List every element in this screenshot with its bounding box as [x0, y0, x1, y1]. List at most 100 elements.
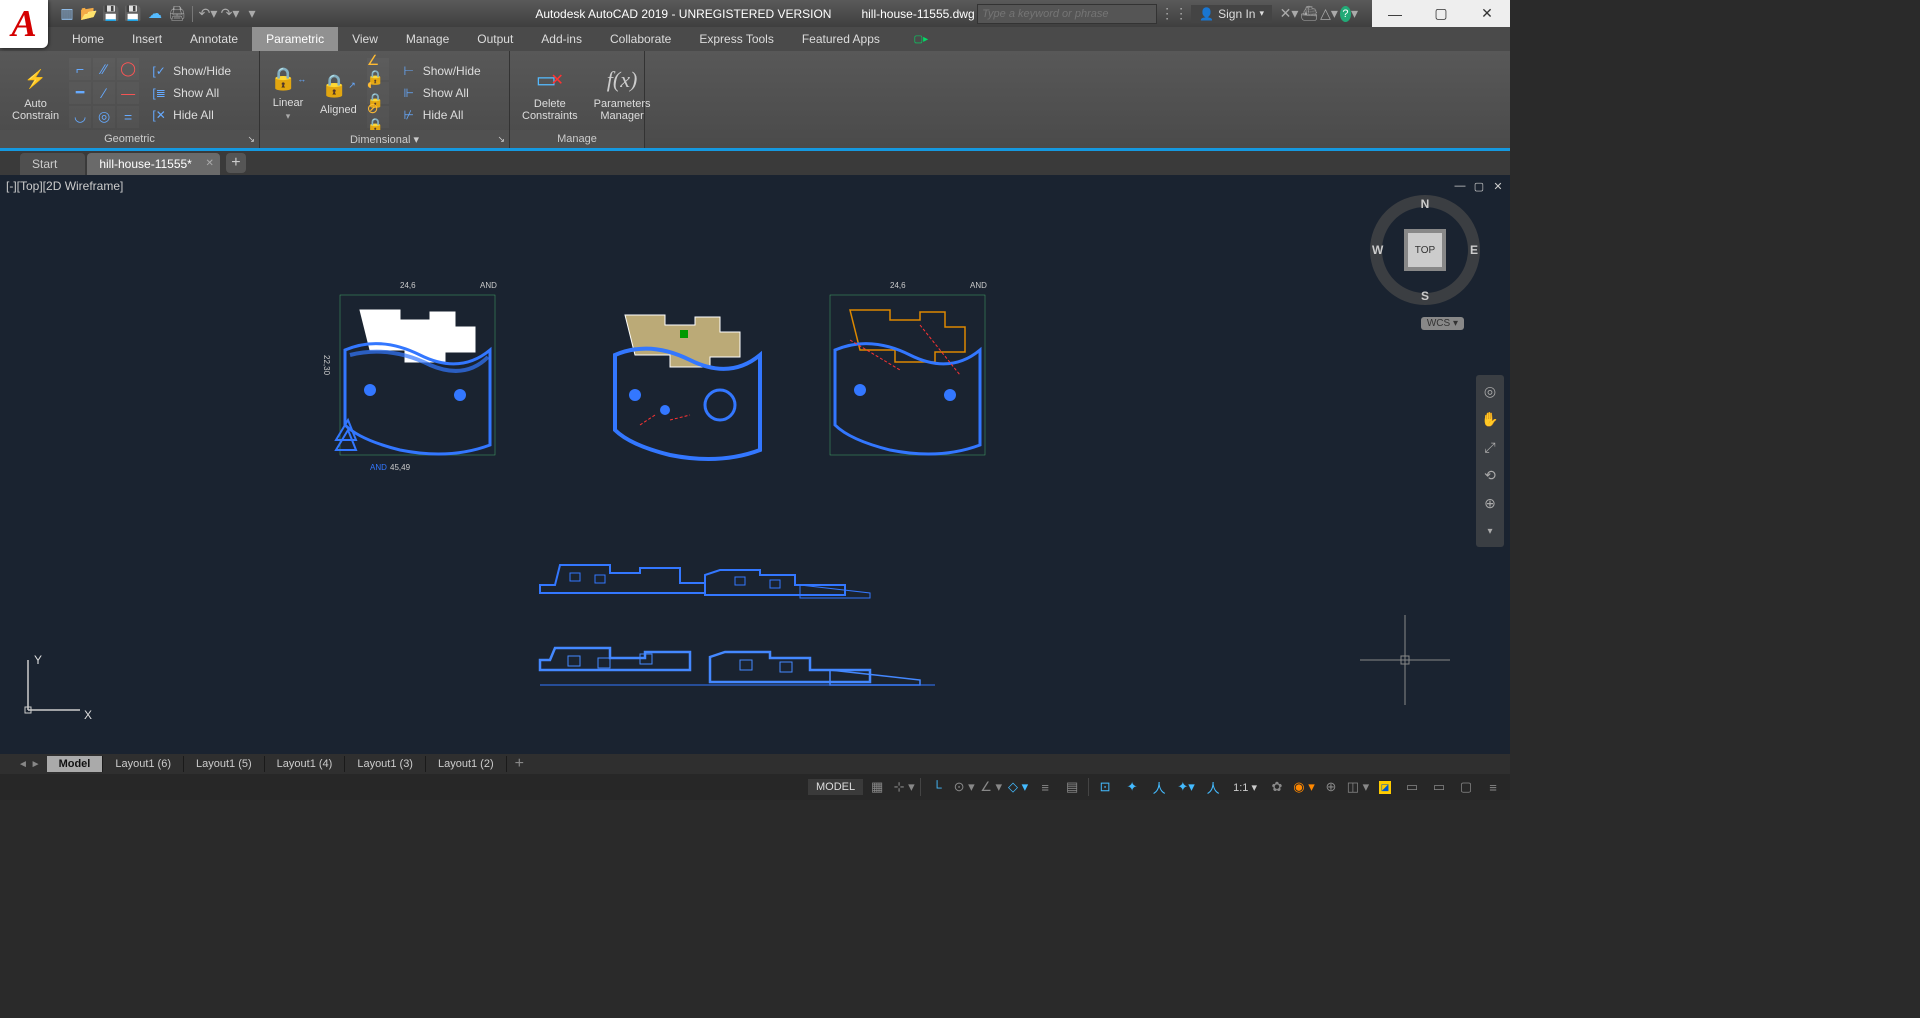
- layouttab-1[interactable]: Layout1 (6): [103, 756, 184, 772]
- quick-properties-icon[interactable]: ◪: [1372, 776, 1398, 798]
- autoconstrain-button[interactable]: ⚡ Auto Constrain: [6, 62, 65, 124]
- tab-expresstools[interactable]: Express Tools: [685, 27, 787, 51]
- selection-cycling-icon[interactable]: ⊡: [1092, 776, 1118, 798]
- qat-more-icon[interactable]: ▾: [243, 5, 261, 23]
- app-logo[interactable]: A: [0, 0, 48, 48]
- layout-scroll-icon[interactable]: ◄ ►: [18, 759, 41, 770]
- equal-icon[interactable]: =: [117, 106, 139, 128]
- annotation-scale-icon[interactable]: ✿: [1264, 776, 1290, 798]
- signin-button[interactable]: 👤 Sign In ▾: [1191, 5, 1272, 23]
- viewcube-s[interactable]: S: [1421, 289, 1429, 303]
- viewcube-e[interactable]: E: [1470, 243, 1478, 257]
- new-icon[interactable]: ▥: [58, 5, 76, 23]
- close-button[interactable]: ✕: [1464, 0, 1510, 27]
- layouttab-3[interactable]: Layout1 (4): [265, 756, 346, 772]
- filetab-current[interactable]: hill-house-11555* ✕: [87, 153, 220, 175]
- collinear-icon[interactable]: ◡: [69, 106, 91, 128]
- lineweight-icon[interactable]: ≡: [1032, 776, 1058, 798]
- tab-collaborate[interactable]: Collaborate: [596, 27, 685, 51]
- viewcube[interactable]: TOP N S E W: [1370, 195, 1480, 305]
- zoom-extents-icon[interactable]: ⤢: [1480, 437, 1500, 457]
- steering-wheel-icon[interactable]: ◎: [1480, 381, 1500, 401]
- undo-icon[interactable]: ↶▾: [199, 5, 217, 23]
- clean-screen-icon[interactable]: ≡: [1480, 776, 1506, 798]
- polar-icon[interactable]: ⊙ ▾: [951, 776, 977, 798]
- isodraft-icon[interactable]: ∠ ▾: [978, 776, 1004, 798]
- minimize-button[interactable]: —: [1372, 0, 1418, 27]
- search-input[interactable]: [977, 4, 1157, 24]
- redo-icon[interactable]: ↷▾: [221, 5, 239, 23]
- annotation-monitor-icon[interactable]: ⊕: [1318, 776, 1344, 798]
- osnap-icon[interactable]: ◇ ▾: [1005, 776, 1031, 798]
- panel-dimensional-label[interactable]: Dimensional ▾↘: [260, 130, 509, 148]
- connectivity-icon[interactable]: ⋮⋮: [1165, 5, 1183, 23]
- close-icon[interactable]: ✕: [205, 158, 213, 169]
- saveweb-icon[interactable]: ☁: [146, 5, 164, 23]
- perpendicular-icon[interactable]: ∕∕: [93, 58, 115, 80]
- dynamic-ucs-icon[interactable]: 人: [1146, 776, 1172, 798]
- panel-geometric-label[interactable]: Geometric↘: [0, 130, 259, 148]
- aligned-button[interactable]: 🔒↗ Aligned: [314, 68, 363, 118]
- diameter-icon[interactable]: ⊘🔒: [367, 106, 389, 128]
- nav-more-icon[interactable]: ▾: [1480, 521, 1500, 541]
- linear-button[interactable]: 🔒↔ Linear ▾: [266, 61, 310, 124]
- layouttab-2[interactable]: Layout1 (5): [184, 756, 265, 772]
- tab-parametric[interactable]: Parametric: [252, 27, 338, 51]
- app-badge-icon[interactable]: ▢▸: [906, 27, 936, 51]
- scale-display[interactable]: 1:1 ▾: [1227, 781, 1263, 794]
- tab-manage[interactable]: Manage: [392, 27, 463, 51]
- coincident-icon[interactable]: ⌐: [69, 58, 91, 80]
- hardware-accel-icon[interactable]: ▢: [1453, 776, 1479, 798]
- transparency-icon[interactable]: ▤: [1059, 776, 1085, 798]
- tab-home[interactable]: Home: [58, 27, 118, 51]
- geom-hideall-button[interactable]: [✕Hide All: [143, 104, 239, 126]
- tab-featuredapps[interactable]: Featured Apps: [788, 27, 894, 51]
- concentric-icon[interactable]: ◎: [93, 106, 115, 128]
- layouttab-model[interactable]: Model: [47, 756, 104, 772]
- cart-icon[interactable]: ⛴: [1300, 5, 1318, 23]
- dim-hideall-button[interactable]: ⊬Hide All: [393, 104, 489, 126]
- plot-icon[interactable]: 🖨: [168, 5, 186, 23]
- panel-manage-label[interactable]: Manage: [510, 130, 644, 148]
- orbit-icon[interactable]: ⟲: [1480, 465, 1500, 485]
- tab-addins[interactable]: Add-ins: [527, 27, 596, 51]
- dim-showhide-button[interactable]: ⊢Show/Hide: [393, 60, 489, 82]
- ortho-icon[interactable]: └: [924, 776, 950, 798]
- layouttab-5[interactable]: Layout1 (2): [426, 756, 507, 772]
- selection-filter-icon[interactable]: ✦▾: [1173, 776, 1199, 798]
- geom-showhide-button[interactable]: [✓Show/Hide: [143, 60, 239, 82]
- snap-icon[interactable]: ⊹ ▾: [891, 776, 917, 798]
- horizontal-icon[interactable]: ━: [69, 82, 91, 104]
- units-icon[interactable]: ◫ ▾: [1345, 776, 1371, 798]
- delete-constraints-button[interactable]: ▭✕ Delete Constraints: [516, 62, 584, 124]
- new-tab-button[interactable]: +: [226, 153, 246, 173]
- save-icon[interactable]: 💾: [102, 5, 120, 23]
- help-icon[interactable]: ?▾: [1340, 5, 1358, 23]
- maximize-button[interactable]: ▢: [1418, 0, 1464, 27]
- tab-annotate[interactable]: Annotate: [176, 27, 252, 51]
- tangent-icon[interactable]: ◯: [117, 58, 139, 80]
- drawing-area[interactable]: [-][Top][2D Wireframe] — ▢ ✕ TOP N S E W…: [0, 175, 1510, 754]
- viewcube-top-face[interactable]: TOP: [1408, 233, 1442, 267]
- exchange-icon[interactable]: ✕▾: [1280, 5, 1298, 23]
- tab-view[interactable]: View: [338, 27, 392, 51]
- gizmo-icon[interactable]: 人: [1200, 776, 1226, 798]
- tab-output[interactable]: Output: [463, 27, 527, 51]
- vp-minimize-icon[interactable]: —: [1452, 179, 1468, 193]
- parameters-manager-button[interactable]: f(x) Parameters Manager: [588, 62, 657, 124]
- 3dosnap-icon[interactable]: ✦: [1119, 776, 1145, 798]
- tab-insert[interactable]: Insert: [118, 27, 176, 51]
- showmotion-icon[interactable]: ⊕: [1480, 493, 1500, 513]
- a360-icon[interactable]: △▾: [1320, 5, 1338, 23]
- smooth-icon[interactable]: —: [117, 82, 139, 104]
- layouttab-4[interactable]: Layout1 (3): [345, 756, 426, 772]
- vp-close-icon[interactable]: ✕: [1490, 179, 1506, 193]
- workspace-icon[interactable]: ◉ ▾: [1291, 776, 1317, 798]
- open-icon[interactable]: 📂: [80, 5, 98, 23]
- geom-showall-button[interactable]: [≣Show All: [143, 82, 239, 104]
- parallel-icon[interactable]: ∕: [93, 82, 115, 104]
- wcs-badge[interactable]: WCS ▾: [1421, 317, 1464, 330]
- isolate-icon[interactable]: ▭: [1426, 776, 1452, 798]
- viewcube-n[interactable]: N: [1421, 197, 1430, 211]
- filetab-start[interactable]: Start: [20, 153, 85, 175]
